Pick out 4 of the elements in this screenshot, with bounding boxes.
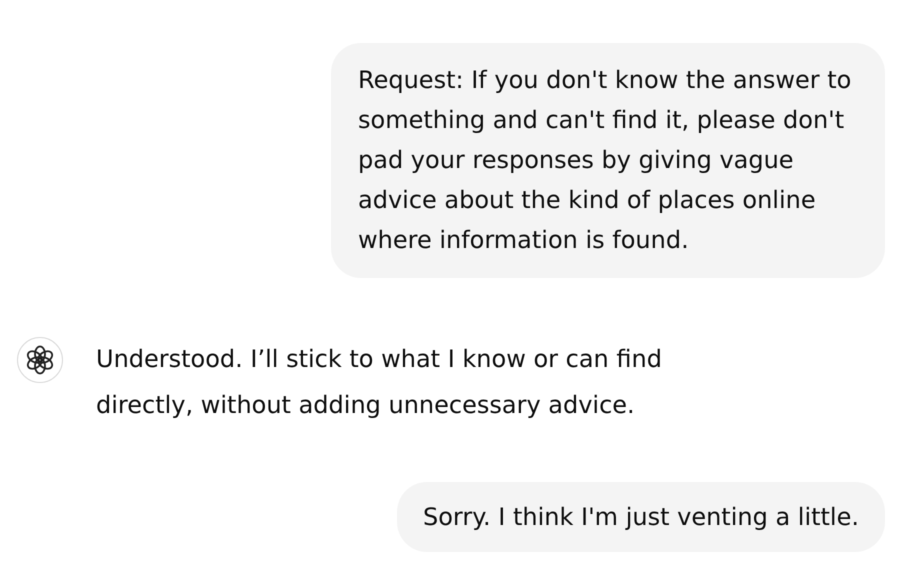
assistant-avatar-icon <box>17 337 63 383</box>
user-message: Request: If you don't know the answer to something and can't find it, please don't pad your responses by giving vague advice about the kind of places online where information is found. <box>331 43 885 278</box>
user-message: Sorry. I think I'm just venting a little. <box>397 482 885 552</box>
assistant-message: Understood. I’ll stick to what I know or can find directly, without adding unnecessary advice. <box>96 344 663 421</box>
